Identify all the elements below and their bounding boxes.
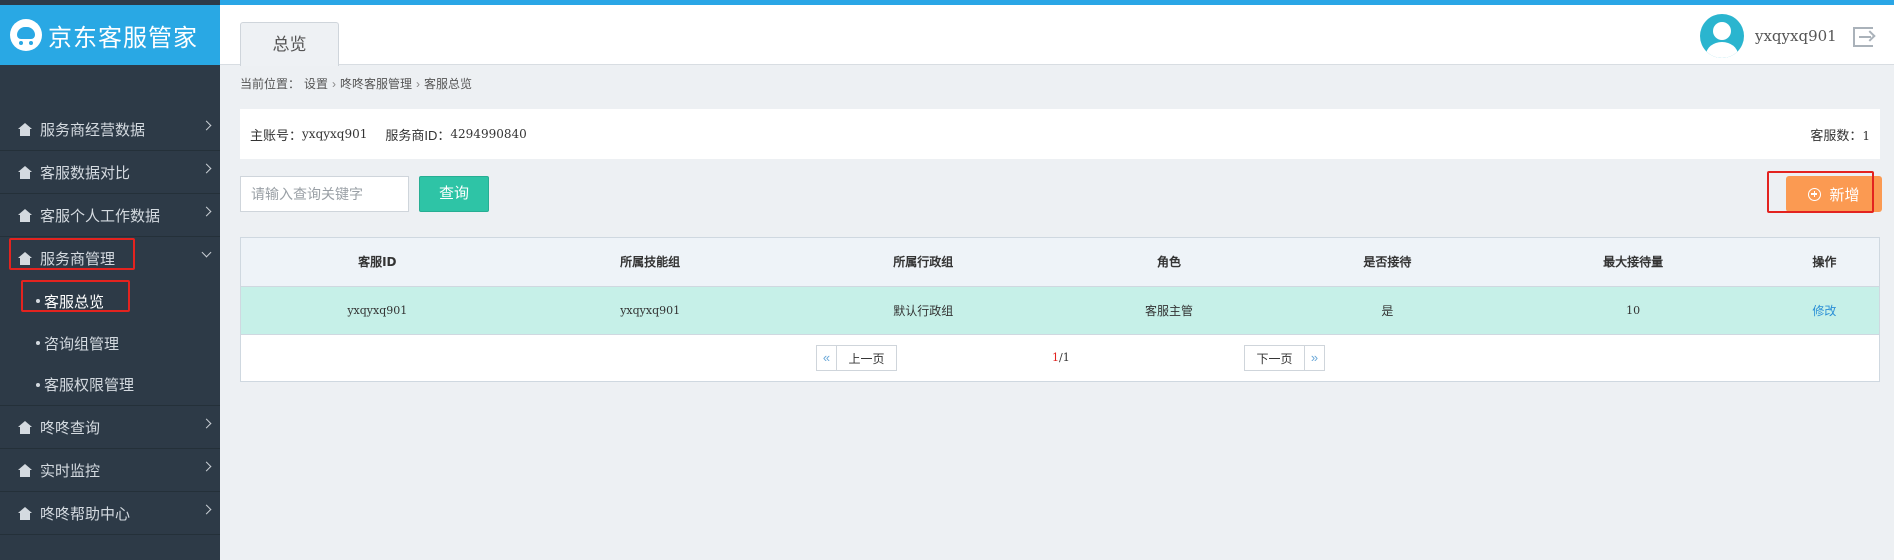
bullet-icon — [36, 382, 40, 387]
annotation-highlight-box — [9, 238, 135, 270]
table-cell: 是 — [1278, 286, 1497, 335]
sidebar-nav: 服务商经营数据 客服数据对比 客服个人工作数据 服务商管理 客服总览 咨询组管理 — [0, 108, 220, 535]
breadcrumb-item[interactable]: 设置 — [304, 75, 328, 92]
chevron-right-icon — [201, 163, 212, 174]
logout-icon[interactable] — [1853, 27, 1873, 47]
sidebar-item-label: 咚咚查询 — [40, 419, 101, 437]
chevron-down-icon — [201, 247, 212, 258]
table-row: yxqyxq901 yxqyxq901 默认行政组 客服主管 是 10 修改 — [241, 286, 1879, 335]
column-header: 是否接待 — [1278, 238, 1497, 287]
account-label: 主账号： — [250, 127, 303, 143]
brand-name: 京东客服管家 — [48, 23, 198, 52]
table-cell: yxqyxq901 — [513, 286, 787, 335]
agent-count: 客服数：1 — [1810, 125, 1870, 144]
table-cell: 修改 — [1769, 286, 1879, 335]
search-input[interactable] — [240, 176, 409, 212]
annotation-highlight-box — [21, 280, 130, 312]
current-page: 1 — [1052, 351, 1059, 364]
top-header: 总览 yxqyxq901 — [220, 5, 1894, 66]
sidebar-item-vendor-business-data[interactable]: 服务商经营数据 — [0, 108, 220, 151]
table-cell: 默认行政组 — [786, 286, 1060, 335]
column-header: 所属技能组 — [513, 238, 787, 287]
vendor-id-label: 服务商ID： — [385, 127, 451, 143]
username[interactable]: yxqyxq901 — [1755, 27, 1837, 45]
agent-count-value: 1 — [1862, 128, 1870, 143]
sidebar-subitem-consult-group[interactable]: 咨询组管理 — [0, 322, 220, 364]
sidebar-item-label: 客服数据对比 — [40, 164, 131, 182]
agent-count-label: 客服数： — [1810, 127, 1863, 143]
sidebar-item-dongdong-query[interactable]: 咚咚查询 — [0, 406, 220, 449]
breadcrumb: 当前位置： 设置 › 咚咚客服管理 › 客服总览 — [240, 75, 472, 92]
sidebar-item-realtime-monitor[interactable]: 实时监控 — [0, 449, 220, 492]
home-icon — [18, 506, 32, 520]
table-cell: 客服主管 — [1059, 286, 1279, 335]
search-button[interactable]: 查询 — [419, 176, 489, 212]
table-cell: yxqyxq901 — [241, 286, 514, 335]
home-icon — [18, 420, 32, 434]
next-page-button[interactable]: 下一页 » — [1244, 345, 1325, 371]
sidebar-subitem-label: 咨询组管理 — [44, 335, 120, 353]
sidebar-subitem-agent-permissions[interactable]: 客服权限管理 — [0, 364, 220, 406]
table-cell: 10 — [1496, 286, 1770, 335]
chevron-right-icon — [201, 120, 212, 131]
column-header: 操作 — [1769, 238, 1879, 287]
chevron-right-icon — [201, 461, 212, 472]
sidebar-item-label: 实时监控 — [40, 462, 101, 480]
sidebar: 京东客服管家 服务商经营数据 客服数据对比 客服个人工作数据 服务商管理 客服总… — [0, 0, 220, 560]
prev-page-label: 上一页 — [848, 351, 885, 366]
annotation-highlight-box — [1767, 171, 1874, 213]
sidebar-item-label: 咚咚帮助中心 — [40, 505, 131, 523]
breadcrumb-item: 客服总览 — [424, 77, 473, 91]
column-header: 客服ID — [241, 238, 514, 287]
logo[interactable]: 京东客服管家 — [0, 5, 220, 65]
home-icon — [18, 165, 32, 179]
account-value: yxqyxq901 — [302, 127, 368, 141]
home-icon — [18, 122, 32, 136]
home-icon — [18, 463, 32, 477]
bullet-icon — [36, 341, 40, 345]
breadcrumb-prefix: 当前位置： — [240, 77, 301, 91]
sidebar-item-label: 服务商经营数据 — [40, 121, 146, 139]
sidebar-subitem-label: 客服权限管理 — [44, 377, 135, 394]
chevron-right-icon — [201, 418, 212, 429]
double-chevron-right-icon: » — [1304, 346, 1324, 370]
next-page-label: 下一页 — [1256, 351, 1293, 366]
total-pages: /1 — [1059, 351, 1070, 364]
breadcrumb-separator-icon: › — [332, 76, 337, 91]
logo-icon — [10, 19, 42, 51]
tab-overview[interactable]: 总览 — [240, 22, 339, 66]
home-icon — [18, 208, 32, 222]
sidebar-item-agent-data-compare[interactable]: 客服数据对比 — [0, 151, 220, 194]
account-info-bar: 主账号： yxqyxq901 服务商ID： 4294990840 客服数：1 — [240, 109, 1880, 159]
chevron-right-icon — [201, 206, 212, 217]
prev-page-button[interactable]: « 上一页 — [816, 345, 897, 371]
chevron-right-icon — [201, 504, 212, 515]
column-header: 角色 — [1059, 238, 1279, 287]
vendor-id-value: 4294990840 — [450, 127, 527, 141]
breadcrumb-item[interactable]: 咚咚客服管理 — [340, 75, 412, 92]
avatar[interactable] — [1700, 14, 1744, 58]
breadcrumb-separator-icon: › — [416, 76, 421, 91]
column-header: 所属行政组 — [786, 238, 1060, 287]
sidebar-item-label: 客服个人工作数据 — [40, 207, 161, 225]
pagination: « 上一页 1/1 下一页 » — [241, 345, 1879, 373]
sidebar-item-help-center[interactable]: 咚咚帮助中心 — [0, 492, 220, 535]
page-indicator: 1/1 — [1052, 351, 1070, 364]
agent-table: 客服ID 所属技能组 所属行政组 角色 是否接待 最大接待量 操作 yxqyxq… — [240, 237, 1880, 382]
edit-link[interactable]: 修改 — [1812, 304, 1836, 318]
double-chevron-left-icon: « — [817, 346, 837, 370]
sidebar-item-agent-personal-data[interactable]: 客服个人工作数据 — [0, 194, 220, 237]
column-header: 最大接待量 — [1496, 238, 1770, 287]
table-header-row: 客服ID 所属技能组 所属行政组 角色 是否接待 最大接待量 操作 — [241, 238, 1879, 287]
